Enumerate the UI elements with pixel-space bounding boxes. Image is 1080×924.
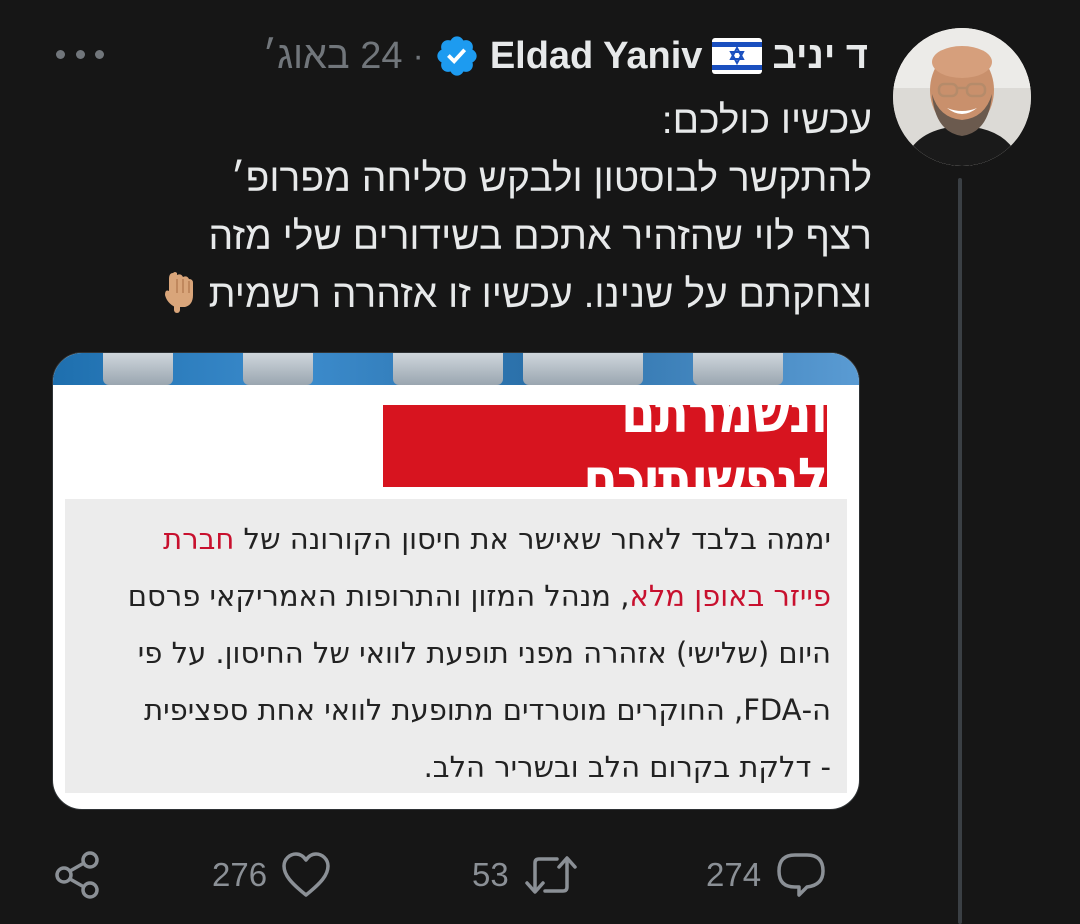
retweet-count: 53	[472, 856, 509, 893]
more-options-icon[interactable]	[56, 38, 104, 70]
thread-line	[958, 178, 962, 924]
avatar[interactable]	[893, 28, 1031, 166]
like-button[interactable]: 276	[212, 840, 331, 910]
article-line-5: - דלקת בקרום הלב ובשריר הלב.	[423, 750, 831, 784]
article-line-2: פייזר באופן מלא, מנהל המזון והתרופות האמ…	[81, 568, 831, 625]
headline-banner: ונשמרתם לנפשותיכם	[383, 379, 828, 513]
author-name-hebrew[interactable]: ד יניב	[772, 35, 868, 78]
tweet-line-text: וצחקתם על שנינו. עכשיו זו אזהרה רשמית	[208, 273, 872, 316]
reply-count: 274	[706, 856, 762, 893]
retweet-icon	[524, 856, 577, 894]
share-button[interactable]	[52, 840, 104, 910]
tweet-header: ד יניב Eldad Yaniv · 24 באוג׳	[262, 28, 868, 84]
article-text: יממה בלבד לאחר שאישר את חיסון הקורונה של…	[81, 511, 831, 796]
article-highlight: חברת	[163, 522, 235, 556]
article-excerpt: יממה בלבד לאחר שאישר את חיסון הקורונה של…	[65, 499, 847, 793]
tweet-line-last: וצחקתם על שנינו. עכשיו זו אזהרה רשמית	[52, 266, 872, 324]
israel-flag-icon	[712, 38, 763, 74]
embedded-image[interactable]: ונשמרתם לנפשותיכם יממה בלבד לאחר שאישר א…	[52, 352, 860, 810]
article-line-1-prefix: יממה בלבד לאחר שאישר את חיסון הקורונה של	[243, 522, 832, 556]
share-icon	[55, 851, 99, 899]
article-line-4: ה-FDA, החוקרים מוטרדים מתופעת לוואי אחת …	[144, 693, 831, 727]
tweet-line: רצף לוי שהזהיר אתכם בשידורים שלי מזה	[208, 215, 873, 258]
like-count: 276	[212, 856, 268, 893]
separator-dot: ·	[412, 36, 424, 75]
retweet-button[interactable]: 53	[472, 840, 579, 910]
tweet-text: עכשיו כולכם: להתקשר לבוסטון ולבקש סליחה …	[52, 92, 872, 324]
verified-badge-icon	[434, 33, 480, 79]
heart-icon	[282, 852, 330, 897]
article-line-3: היום (שלישי) אזהרה מפני תופעת לוואי של ה…	[137, 636, 831, 670]
tweet[interactable]: ד יניב Eldad Yaniv · 24 באוג׳ עכשיו כולכ…	[0, 0, 1080, 924]
author-name-english[interactable]: Eldad Yaniv	[490, 35, 703, 78]
article-highlight: פייזר באופן מלא	[629, 579, 831, 613]
reply-icon	[777, 853, 825, 897]
article-line-2-rest: , מנהל המזון והתרופות האמריקאי פרסם	[127, 579, 630, 613]
tweet-date[interactable]: 24 באוג׳	[262, 35, 402, 78]
reply-button[interactable]: 274	[706, 840, 827, 910]
action-bar: 276 53 274	[0, 840, 1080, 910]
headline-text: ונשמרתם לנפשותיכם	[583, 379, 828, 513]
pointing-down-icon	[159, 269, 203, 315]
article-line-1: יממה בלבד לאחר שאישר את חיסון הקורונה של…	[81, 511, 831, 568]
tweet-line: עכשיו כולכם:	[661, 99, 872, 142]
avatar-photo	[893, 28, 1031, 166]
tweet-line: להתקשר לבוסטון ולבקש סליחה מפרופ׳	[230, 157, 872, 200]
